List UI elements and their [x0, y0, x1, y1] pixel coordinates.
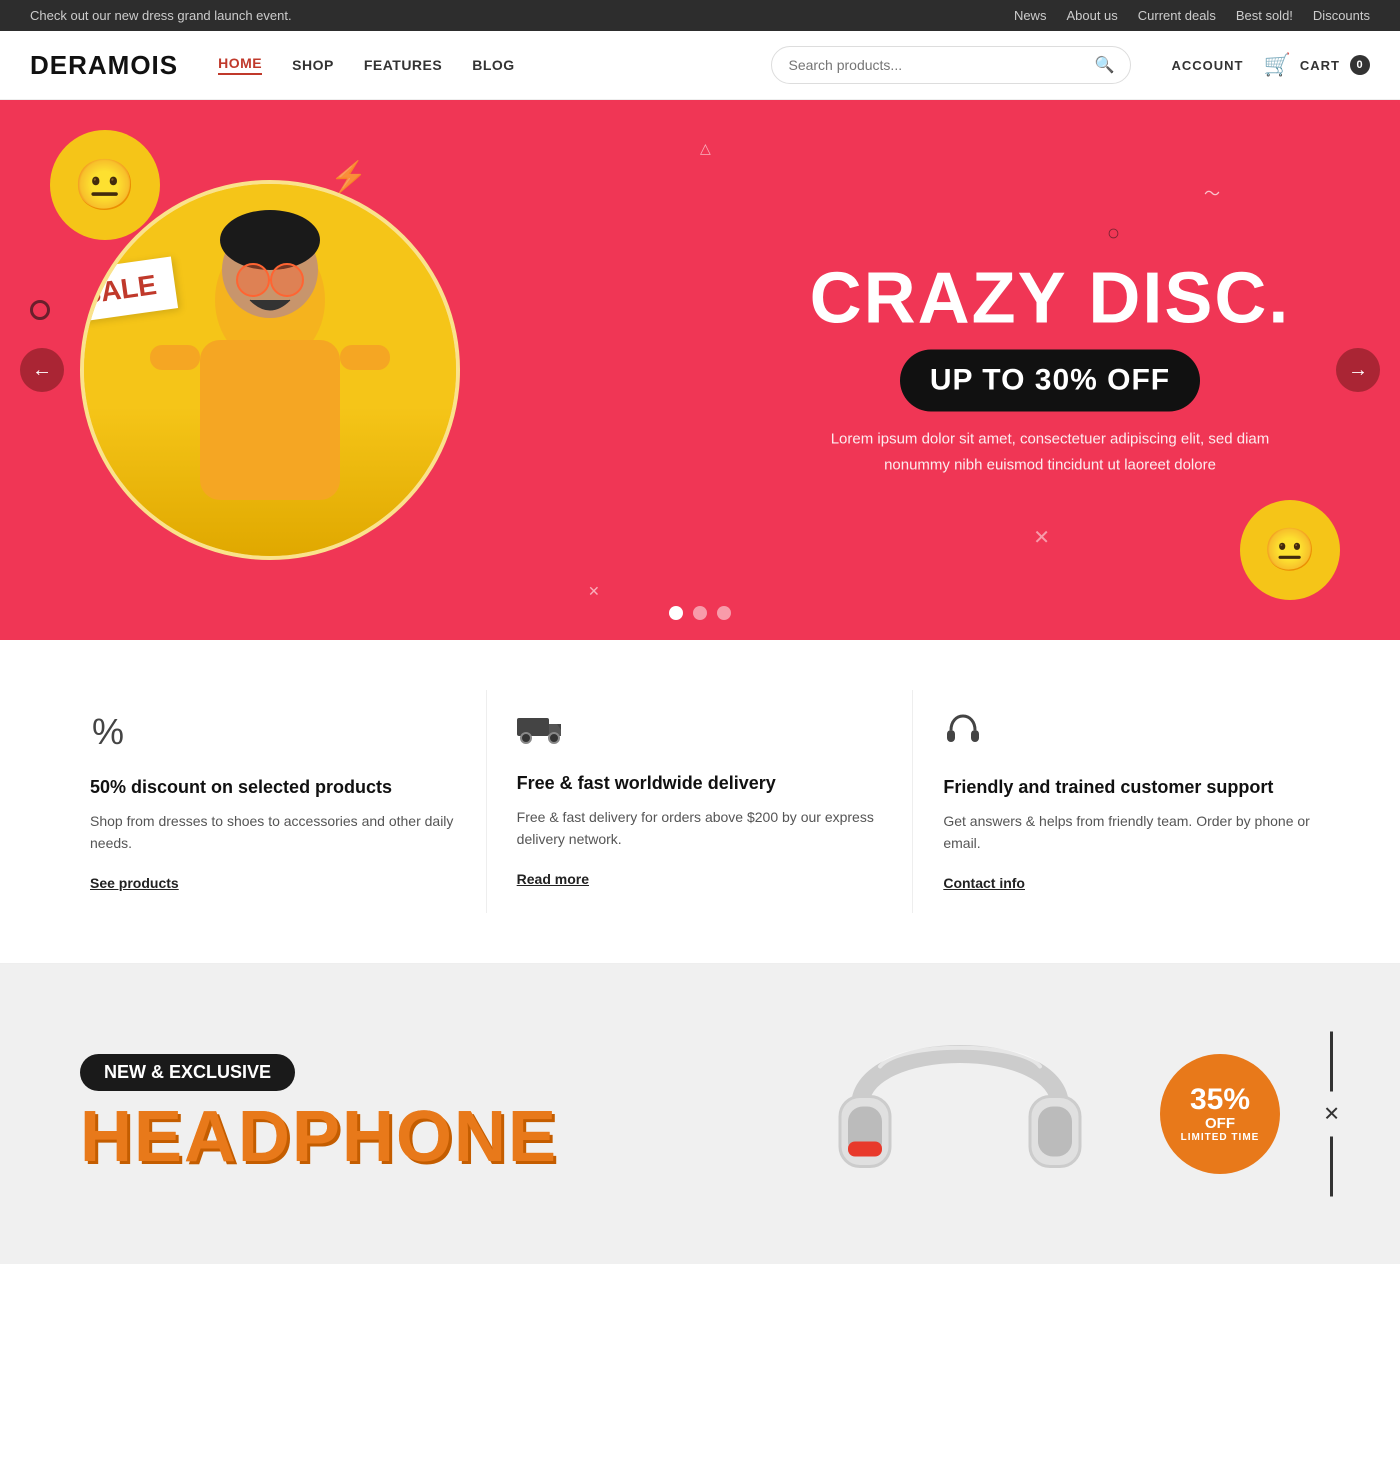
nav-features[interactable]: FEATURES [364, 57, 442, 73]
deco-o1: ○ [1107, 220, 1120, 246]
cart-button[interactable]: 🛒 CART 0 [1263, 52, 1370, 78]
announcement-text: Check out our new dress grand launch eve… [30, 8, 292, 23]
see-products-link[interactable]: See products [90, 875, 179, 891]
hero-person-circle: SALE [80, 180, 460, 560]
cart-icon: 🛒 [1263, 52, 1291, 78]
hero-dots [669, 606, 731, 620]
header-right: ACCOUNT 🛒 CART 0 [1171, 52, 1370, 78]
discount-percentage: 35% [1190, 1085, 1250, 1115]
person-svg [120, 200, 420, 540]
hero-description: Lorem ipsum dolor sit amet, consectetuer… [800, 427, 1300, 478]
topbar-link-discounts[interactable]: Discounts [1313, 8, 1370, 23]
nav-shop[interactable]: SHOP [292, 57, 334, 73]
deco-dot1 [30, 300, 50, 320]
smiley-bottom-right: 😐 [1240, 500, 1340, 600]
feature-support: Friendly and trained customer support Ge… [913, 690, 1340, 913]
banner-text: NEW & EXCLUSIVE HEADPHONE [80, 1054, 1320, 1173]
search-input[interactable] [788, 57, 1094, 73]
nav-blog[interactable]: BLOG [472, 57, 514, 73]
headphone-svg [820, 986, 1100, 1206]
discount-badge: 35% OFF LIMITED TIME [1160, 1054, 1280, 1174]
feature-delivery: Free & fast worldwide delivery Free & fa… [487, 690, 914, 913]
product-banner: NEW & EXCLUSIVE HEADPHONE 35% OFF LIMITE… [0, 964, 1400, 1264]
features-section: % 50% discount on selected products Shop… [0, 640, 1400, 964]
search-bar[interactable]: 🔍 [771, 46, 1131, 84]
nav-home[interactable]: HOME [218, 55, 262, 75]
discount-icon: % [90, 710, 456, 759]
topbar-link-news[interactable]: News [1014, 8, 1047, 23]
hero-title: CRAZY DISC. [800, 263, 1300, 335]
feature-discount: % 50% discount on selected products Shop… [60, 690, 487, 913]
topbar-link-about[interactable]: About us [1066, 8, 1117, 23]
hero-banner: 😐 😐 ⚡ ○ 〰 〜 ✕ △ ✕ SALE [0, 100, 1400, 640]
top-bar: Check out our new dress grand launch eve… [0, 0, 1400, 31]
feature-delivery-title: Free & fast worldwide delivery [517, 773, 883, 794]
deco-vertical-line [1330, 1031, 1333, 1091]
feature-discount-desc: Shop from dresses to shoes to accessorie… [90, 810, 456, 855]
top-bar-links: News About us Current deals Best sold! D… [1014, 8, 1370, 23]
headphones-icon [943, 710, 1310, 759]
deco-vertical-line2 [1330, 1136, 1333, 1196]
hero-prev-button[interactable]: ← [20, 348, 64, 392]
discount-limited: LIMITED TIME [1181, 1132, 1260, 1143]
feature-delivery-desc: Free & fast delivery for orders above $2… [517, 806, 883, 851]
deco-plus2: ✕ [588, 583, 600, 600]
truck-icon [517, 710, 883, 755]
hero-dot-3[interactable] [717, 606, 731, 620]
topbar-link-deals[interactable]: Current deals [1138, 8, 1216, 23]
logo[interactable]: DERAMOIS [30, 50, 178, 81]
feature-discount-title: 50% discount on selected products [90, 777, 456, 798]
feature-support-title: Friendly and trained customer support [943, 777, 1310, 798]
topbar-link-bestsold[interactable]: Best sold! [1236, 8, 1293, 23]
feature-support-desc: Get answers & helps from friendly team. … [943, 810, 1310, 855]
hero-dot-2[interactable] [693, 606, 707, 620]
svg-text:%: % [92, 711, 124, 750]
hero-person: SALE [84, 184, 456, 556]
headphone-title: HEADPHONE [80, 1101, 1320, 1173]
headphone-image [820, 986, 1100, 1241]
hero-content: CRAZY DISC. UP TO 30% OFF Lorem ipsum do… [800, 263, 1300, 478]
hero-next-button[interactable]: → [1336, 348, 1380, 392]
discount-off: OFF [1205, 1115, 1235, 1132]
account-link[interactable]: ACCOUNT [1171, 58, 1243, 73]
search-icon[interactable]: 🔍 [1095, 55, 1115, 75]
deco-x: ✕ [1323, 1101, 1340, 1126]
deco-plus: ✕ [1033, 525, 1050, 550]
cart-label: CART [1300, 58, 1340, 73]
new-exclusive-badge: NEW & EXCLUSIVE [80, 1054, 295, 1091]
hero-subtitle: UP TO 30% OFF [900, 350, 1200, 412]
hero-dot-1[interactable] [669, 606, 683, 620]
deco-squiggle2: 〜 [1204, 180, 1220, 204]
main-nav: HOME SHOP FEATURES BLOG [218, 55, 515, 75]
cart-count: 0 [1350, 55, 1370, 75]
deco-triangle: △ [700, 140, 711, 157]
contact-info-link[interactable]: Contact info [943, 875, 1025, 891]
banner-deco: ✕ [1323, 1031, 1340, 1196]
read-more-link[interactable]: Read more [517, 871, 589, 887]
header: DERAMOIS HOME SHOP FEATURES BLOG 🔍 ACCOU… [0, 31, 1400, 100]
